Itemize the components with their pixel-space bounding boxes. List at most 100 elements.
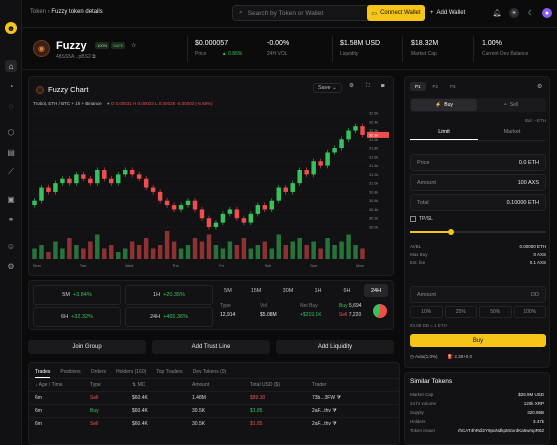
add-wallet-button[interactable]: + Add Wallet — [430, 5, 480, 21]
bell-icon[interactable]: 🔔︎ — [492, 8, 502, 18]
add-liquidity-button[interactable]: Add Liquidity — [276, 340, 394, 354]
moon-icon[interactable]: ☾ — [526, 8, 536, 18]
col-total: Total USD ($) — [244, 378, 306, 392]
explore-icon[interactable]: ◔ — [5, 80, 17, 92]
candle — [339, 139, 344, 149]
table-row[interactable]: 6m Buy $60.4K 30.5K $1.85 2aF...thv ⧩ — [29, 404, 399, 418]
type-stat: Type 12,914 — [220, 303, 236, 318]
pools-icon[interactable]: ▤ — [5, 146, 17, 158]
fullscreen-icon[interactable]: ⛶ — [366, 83, 370, 90]
pct-25[interactable]: 25% — [444, 306, 477, 318]
add-trust-line-button[interactable]: Add Trust Line — [152, 340, 270, 354]
candle — [213, 222, 219, 227]
y-tick-label: 32.4k — [369, 120, 378, 124]
pct-100[interactable]: 100% — [513, 306, 546, 318]
tf-24h[interactable]: 24H — [364, 284, 388, 297]
tf-15m[interactable]: 15M — [244, 284, 268, 297]
search-input[interactable]: ⌕ Search by Token or Wallet — [232, 5, 377, 21]
pct-10[interactable]: 10% — [410, 306, 443, 318]
pct-50[interactable]: 50% — [479, 306, 512, 318]
nft-icon[interactable]: ⬡ — [5, 126, 17, 138]
table-row[interactable]: 6m Sell $60.4K 1.48M $89.30 73b...3FW ⧩ — [29, 391, 399, 405]
total-input[interactable]: Total 0.10000 ETH — [410, 194, 546, 211]
bolt-icon: ⚡ — [435, 102, 442, 108]
limit-tab[interactable]: Limit — [410, 129, 478, 140]
preset-p1[interactable]: P1 — [410, 82, 426, 91]
token-address[interactable]: 48SS5A...pBS2 ⧉ — [56, 54, 96, 60]
buy-tab[interactable]: ⚡ Buy — [411, 99, 477, 111]
token-name: Fuzzy — [56, 40, 87, 52]
y-tick-label: 30.6k — [369, 199, 378, 203]
sell-tab[interactable]: ◓ Sell — [478, 99, 544, 111]
candle — [311, 161, 316, 175]
stat-5m[interactable]: 5M +3.84% — [33, 285, 121, 305]
amount-input[interactable]: Amount 100 AXS — [410, 174, 546, 191]
tab-positions[interactable]: Positions — [60, 369, 80, 378]
candle — [129, 170, 135, 175]
candle — [318, 161, 323, 166]
buy-button[interactable]: Buy — [410, 334, 546, 347]
volume-bar — [32, 248, 37, 259]
stat-1h[interactable]: 1H +20.35% — [125, 285, 213, 305]
join-group-button[interactable]: Join Group — [28, 340, 146, 354]
tf-6h[interactable]: 6H — [335, 284, 359, 297]
token-avatar: ◉ — [33, 40, 50, 57]
connect-wallet-button[interactable]: ▭ Connect Wallet — [367, 5, 425, 21]
candle — [150, 187, 156, 192]
volume-label: 24H VOL — [267, 51, 288, 57]
candle — [46, 187, 51, 192]
tab-holders[interactable]: Holders (160) — [116, 369, 146, 378]
market-tab[interactable]: Market — [478, 129, 546, 140]
slider-handle — [448, 229, 455, 235]
col-age[interactable]: ↓ Age / Time — [29, 378, 84, 392]
slippage-row[interactable]: ◷ Auto(1.0%) ⛽ 2.38+0.0 — [410, 354, 472, 360]
order-settings-icon[interactable]: ⚙ — [537, 83, 542, 90]
table-row[interactable]: 6m Sell $60.4K 30.5K $1.85 2aF...thv ⧩ — [29, 417, 399, 431]
candle — [248, 213, 254, 223]
app-logo[interactable]: ☻ — [5, 22, 17, 34]
tab-top-traders[interactable]: Top Traders — [156, 369, 182, 378]
tab-dev-tokens[interactable]: Dev Tokens (0) — [193, 369, 227, 378]
home-icon[interactable]: ⌂ — [5, 60, 17, 72]
tf-30m[interactable]: 30M — [276, 284, 300, 297]
tf-1h[interactable]: 1H — [306, 284, 330, 297]
profile-icon[interactable]: ☺ — [5, 240, 17, 252]
amount2-input[interactable]: Amount DD — [410, 286, 546, 303]
star-icon[interactable]: ☆ — [131, 42, 136, 49]
tf-5m[interactable]: 5M — [216, 284, 240, 297]
breadcrumb-root[interactable]: Token — [30, 9, 46, 15]
stat-24h[interactable]: 24H +465.36% — [125, 307, 213, 327]
camera-icon[interactable]: ◙ — [381, 83, 384, 89]
candlestick-chart[interactable]: 32.6k32.4k32.2k32.0k31.8k31.6k31.4k31.2k… — [31, 109, 393, 275]
preset-p2[interactable]: P2 — [428, 82, 444, 91]
candle — [102, 170, 107, 179]
volume-bar — [339, 241, 344, 259]
stat-6h[interactable]: 6H +32.32% — [33, 307, 121, 327]
list-item: 24 hr volume 120k XRP — [410, 401, 544, 406]
tab-trades[interactable]: Trades — [35, 369, 51, 378]
tab-orders[interactable]: Orders — [91, 369, 106, 378]
amount-slider[interactable] — [410, 229, 546, 235]
candle — [353, 126, 358, 131]
sun-icon[interactable]: ☀ — [509, 8, 519, 18]
settings-icon[interactable]: ⚙ — [5, 260, 17, 272]
analytics-icon[interactable]: ⟋ — [5, 166, 17, 178]
volume-bar — [67, 238, 72, 259]
save-button[interactable]: Save ⌄ — [313, 83, 342, 93]
bridge-icon[interactable]: ⚭ — [5, 213, 17, 225]
preset-p3[interactable]: P3 — [445, 82, 461, 91]
price-input[interactable]: Price 0.0 ETH — [410, 154, 546, 171]
tpsl-checkbox[interactable]: TP/SL — [410, 216, 433, 222]
col-mc[interactable]: ⇅ MC — [126, 378, 186, 392]
dev-balance-stat: 1.00% Current Dev Balance — [482, 40, 528, 57]
chart-settings-icon[interactable]: ⚙ — [349, 83, 354, 89]
wallet-icon[interactable]: ▣ — [5, 193, 17, 205]
volume-bar — [102, 248, 107, 259]
similar-tokens-panel: Similar Tokens Market Cap $26.9M USD 24 h… — [404, 372, 550, 445]
candle — [346, 130, 351, 140]
volume-bar — [360, 248, 365, 259]
volume-bar — [109, 245, 114, 259]
user-avatar[interactable]: ● — [542, 8, 552, 18]
netbuy-stat: Net Buy +$219.1K — [300, 303, 322, 318]
chat-icon[interactable]: ◌ — [5, 100, 17, 112]
